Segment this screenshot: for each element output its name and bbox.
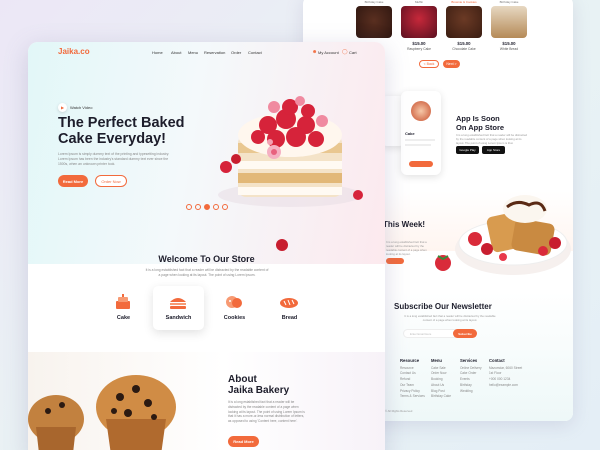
product-image [491, 6, 527, 38]
watch-video-link[interactable]: Watch Video [70, 105, 92, 110]
footer-menu-column: Menu Cake Sale Order Now Booking About U… [431, 358, 452, 399]
app-store-button[interactable]: App Store [482, 146, 505, 154]
nav-contact[interactable]: Contact [248, 50, 262, 55]
nav-home[interactable]: Home [152, 50, 163, 55]
cart-link[interactable]: Cart [349, 50, 357, 55]
cake-icon [116, 294, 130, 309]
product-image [356, 6, 392, 38]
nav-menu[interactable]: Menu [188, 50, 198, 55]
sandwich-icon [170, 298, 186, 309]
my-account-link[interactable]: My Account [318, 50, 339, 55]
slider-dot[interactable] [222, 204, 228, 210]
welcome-title: Welcome To Our Store [158, 254, 255, 264]
phone-mockup: Cake [401, 91, 441, 175]
pager-back-button[interactable]: < Back [419, 60, 439, 68]
hero-title: The Perfect Baked Cake Everyday! [58, 115, 185, 147]
flower-icon [267, 145, 281, 159]
slider-dot-active[interactable] [204, 204, 210, 210]
front-page: Jaika.co Home About Menu Reservation Ord… [28, 42, 385, 450]
strawberry-icon [435, 255, 451, 271]
category-card-bread[interactable]: Bread [264, 286, 315, 330]
category-card-sandwich[interactable]: Sandwich [153, 286, 204, 330]
waffle-dessert-image [455, 195, 571, 275]
order-now-button[interactable]: Order Now [95, 175, 127, 187]
logo[interactable]: Jaika.co [58, 47, 90, 56]
footer-resource-column: Resource Resource Contact Us Refund Our … [400, 358, 425, 399]
cookies-icon [226, 296, 242, 308]
subscribe-button[interactable]: Subscribe [453, 329, 477, 338]
phone-cake-image [411, 101, 431, 121]
pager-next-button[interactable]: Next > [443, 60, 460, 68]
product-card[interactable]: Muffin $15.00 Raspberry Cake [400, 0, 438, 51]
week-title: l This Week! [383, 210, 426, 229]
about-text: It is a long established fact that a rea… [228, 400, 305, 424]
about-title: About Jaika Bakery [228, 374, 290, 396]
nav-reservation[interactable]: Reservation [204, 50, 225, 55]
google-play-button[interactable]: Google Play [456, 146, 479, 154]
user-icon: ☻ [312, 49, 318, 55]
footer-contact-column: Contact Mazumdar, 6060 Street 1st Floor … [489, 358, 523, 387]
footer-services-column: Services Online Delivery Cake Order Even… [460, 358, 482, 393]
product-image [446, 6, 482, 38]
app-title: App Is Soon On App Store [456, 114, 505, 132]
bread-icon [280, 298, 298, 308]
cart-icon: ◯ [342, 49, 348, 55]
product-card[interactable]: Birthday Cake $15.00 White Bread [490, 0, 528, 51]
hero-text: Lorem Ipsum is simply dummy text of the … [58, 152, 170, 166]
play-icon[interactable]: ▶ [58, 103, 67, 112]
nav-order[interactable]: Order [231, 50, 241, 55]
category-card-cake[interactable]: Cake [98, 286, 149, 330]
about-read-more-button[interactable]: Read More [228, 436, 259, 447]
product-card[interactable]: Brownie & Cookies $15.00 Chocolate Cake [445, 0, 483, 51]
strawberry-cake-image [218, 96, 363, 251]
muffins-image [28, 375, 176, 450]
nav-about[interactable]: About [171, 50, 181, 55]
product-image [401, 6, 437, 38]
category-card-cookies[interactable]: Cookies [209, 286, 260, 330]
copyright: © All Rights Reserved [385, 409, 413, 413]
read-more-button[interactable]: Read More [58, 175, 88, 187]
newsletter-title: Subscribe Our Newsletter [394, 302, 492, 311]
product-card[interactable]: Birthday Cake [355, 0, 393, 38]
slider-dot[interactable] [195, 204, 201, 210]
slider-dot[interactable] [186, 204, 192, 210]
welcome-text: It is a long established fact that a rea… [145, 268, 269, 277]
slider-dot[interactable] [213, 204, 219, 210]
